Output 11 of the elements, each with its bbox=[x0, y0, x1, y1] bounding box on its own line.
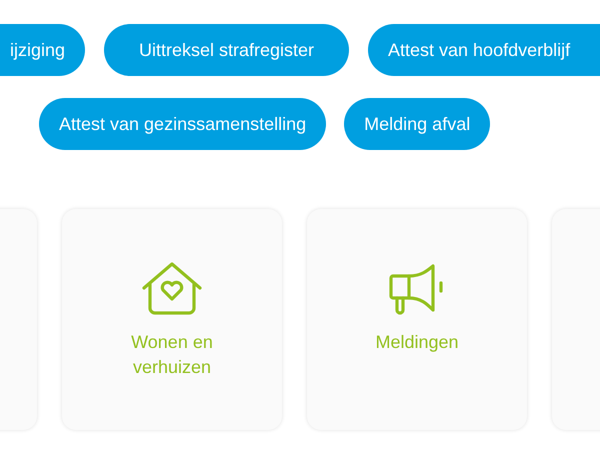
service-button[interactable]: Attest van hoofdverblijf bbox=[368, 24, 600, 76]
card-title: Meldingen bbox=[374, 331, 460, 354]
house-heart-icon bbox=[142, 262, 202, 316]
megaphone-icon bbox=[389, 262, 445, 316]
service-button[interactable]: ijziging bbox=[0, 24, 85, 76]
service-button[interactable]: Melding afval bbox=[344, 98, 490, 150]
card-title: Wonen en verhuizen bbox=[130, 331, 214, 379]
category-card[interactable]: Wonen en verhuizen bbox=[62, 209, 282, 430]
service-button[interactable]: Uittreksel strafregister bbox=[104, 24, 349, 76]
service-button[interactable]: Attest van gezinssamenstelling bbox=[39, 98, 326, 150]
category-card[interactable]: Meldingen bbox=[307, 209, 527, 430]
